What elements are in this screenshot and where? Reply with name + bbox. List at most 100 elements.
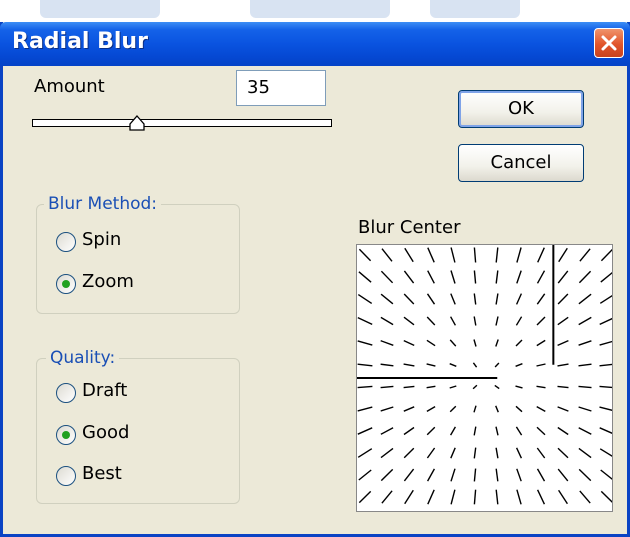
- blur-streak: [536, 293, 546, 305]
- blur-streak: [403, 270, 415, 284]
- blur-streak: [516, 247, 522, 263]
- blur-streak: [357, 385, 373, 389]
- blur-streak: [358, 271, 372, 283]
- draft-label[interactable]: Draft: [82, 380, 127, 401]
- blur-streak: [380, 363, 394, 367]
- blur-streak: [381, 248, 393, 262]
- title-bar[interactable]: Radial Blur: [0, 22, 630, 66]
- blur-streak: [403, 385, 415, 389]
- blur-streak: [557, 339, 569, 347]
- blur-streak: [599, 316, 615, 326]
- blur-streak: [557, 363, 569, 367]
- blur-streak: [358, 469, 372, 481]
- blur-streak: [557, 447, 569, 459]
- blur-streak: [358, 490, 372, 504]
- good-radio[interactable]: [56, 425, 76, 445]
- blur-streak: [536, 270, 546, 284]
- blur-streak: [427, 489, 435, 505]
- good-label[interactable]: Good: [82, 422, 129, 443]
- blur-method-group: [36, 204, 240, 314]
- blur-streak: [599, 363, 615, 367]
- slider-thumb[interactable]: [128, 115, 146, 131]
- background-strip: [0, 0, 630, 22]
- blur-streak: [516, 489, 522, 505]
- blur-streak: [380, 406, 394, 412]
- blur-streak: [578, 270, 592, 284]
- zoom-label[interactable]: Zoom: [82, 271, 134, 292]
- blur-streak: [516, 468, 522, 482]
- amount-input[interactable]: 35: [236, 70, 326, 106]
- blur-streak: [515, 426, 523, 436]
- blur-streak: [515, 447, 523, 459]
- blur-streak: [403, 426, 415, 436]
- blur-streak: [473, 489, 477, 505]
- blur-streak: [449, 426, 457, 436]
- blur-streak: [578, 293, 592, 305]
- cancel-button[interactable]: Cancel: [458, 144, 584, 182]
- blur-streak: [426, 293, 436, 305]
- blur-streak: [599, 406, 615, 412]
- blur-streak: [357, 406, 373, 412]
- close-icon: [601, 35, 617, 51]
- blur-streak: [495, 489, 499, 505]
- blur-streak: [473, 447, 477, 459]
- blur-streak: [449, 316, 457, 326]
- blur-streak: [578, 468, 592, 482]
- blur-center-preview[interactable]: [356, 244, 615, 512]
- blur-streak: [557, 406, 569, 412]
- blur-streak: [599, 448, 615, 458]
- blur-streak: [515, 316, 523, 326]
- blur-streak: [495, 447, 499, 459]
- spin-label[interactable]: Spin: [82, 229, 121, 250]
- blur-streak: [403, 468, 415, 482]
- blur-streak: [381, 490, 393, 504]
- close-button[interactable]: [594, 28, 624, 58]
- best-radio[interactable]: [56, 466, 76, 486]
- best-label[interactable]: Best: [82, 463, 122, 484]
- blur-streak: [536, 316, 546, 326]
- blur-method-legend: Blur Method:: [44, 194, 162, 214]
- blur-streak: [357, 363, 373, 367]
- blur-streak: [515, 293, 523, 305]
- draft-radio[interactable]: [56, 383, 76, 403]
- blur-streak: [599, 340, 615, 346]
- blur-streak: [536, 447, 546, 459]
- blur-streak: [426, 468, 436, 482]
- blur-streak: [579, 248, 591, 262]
- blur-streak: [600, 248, 614, 262]
- blur-streak: [557, 426, 569, 436]
- blur-streak: [380, 447, 394, 459]
- blur-streak: [426, 426, 436, 436]
- blur-streak: [450, 247, 456, 263]
- blur-streak: [536, 426, 546, 436]
- blur-streak: [578, 316, 592, 326]
- blur-streak: [558, 489, 568, 505]
- blur-streak: [426, 385, 436, 389]
- blur-streak: [426, 339, 436, 347]
- blur-streak: [515, 339, 523, 347]
- blur-streak: [403, 293, 415, 305]
- amount-slider[interactable]: [32, 119, 332, 127]
- blur-streak: [403, 406, 415, 412]
- zoom-radio[interactable]: [56, 274, 76, 294]
- blur-streak: [495, 468, 499, 482]
- blur-streak: [473, 426, 477, 436]
- blur-streak: [578, 340, 592, 346]
- blur-streak: [403, 316, 415, 326]
- blur-streak: [450, 489, 456, 505]
- blur-streak: [536, 385, 546, 389]
- blur-streak: [427, 270, 435, 284]
- blur-streak: [495, 293, 499, 305]
- dialog-title: Radial Blur: [12, 29, 148, 54]
- blur-streak: [427, 247, 435, 263]
- blur-streak: [357, 294, 373, 304]
- blur-streak: [472, 362, 478, 368]
- amount-label: Amount: [34, 76, 105, 97]
- blur-streak: [558, 247, 568, 263]
- blur-streak: [449, 405, 457, 413]
- blur-streak: [357, 340, 373, 346]
- spin-radio[interactable]: [56, 232, 76, 252]
- blur-streak: [450, 468, 456, 482]
- ok-button[interactable]: OK: [458, 90, 584, 128]
- blur-streak: [404, 247, 414, 263]
